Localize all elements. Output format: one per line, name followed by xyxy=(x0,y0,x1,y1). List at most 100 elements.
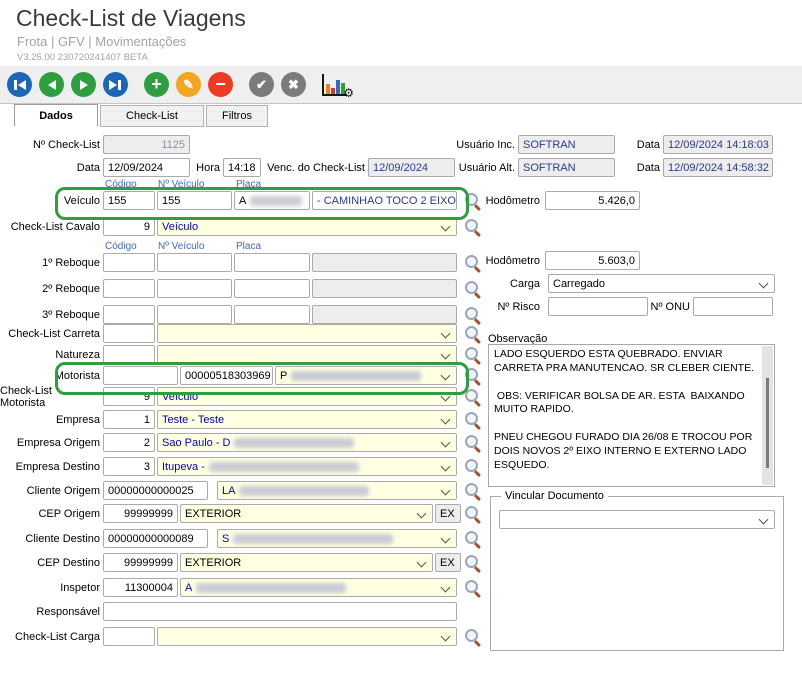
tab-checklist[interactable]: Check-List xyxy=(100,105,204,127)
motorista-search-icon[interactable] xyxy=(464,367,482,385)
label-motorista: Motorista xyxy=(0,366,100,385)
checklist-carreta-select[interactable] xyxy=(157,324,457,343)
veiculo-num-input[interactable]: 155 xyxy=(157,191,232,210)
redacted-empresa-origem xyxy=(234,438,354,448)
cep-destino-select[interactable]: EXTERIOR xyxy=(180,553,433,572)
checklist-cavalo-code-input[interactable]: 9 xyxy=(103,217,155,236)
empresa-origem-select[interactable]: Sao Paulo - D xyxy=(157,433,457,452)
first-bar-icon xyxy=(14,80,17,90)
label-n-risco: Nº Risco xyxy=(440,297,540,316)
cliente-destino-code-input[interactable]: 00000000000089 xyxy=(103,529,208,548)
empresa-search-icon[interactable] xyxy=(464,411,482,429)
motorista-select[interactable]: P xyxy=(275,366,457,385)
n-onu-input[interactable] xyxy=(693,297,773,316)
cliente-destino-select[interactable]: S xyxy=(217,529,457,548)
inspetor-select[interactable]: A xyxy=(180,578,457,597)
empresa-destino-search-icon[interactable] xyxy=(464,458,482,476)
next-record-button[interactable] xyxy=(71,72,96,97)
empresa-code-input[interactable]: 1 xyxy=(103,410,155,429)
veiculo-codigo-input[interactable]: 155 xyxy=(103,191,155,210)
reboque-2-num-input[interactable] xyxy=(157,279,232,298)
reboque-3-codigo-input[interactable] xyxy=(103,305,155,324)
hodometro-2-input[interactable]: 5.603,0 xyxy=(545,251,640,270)
checklist-cavalo-search-icon[interactable] xyxy=(464,218,482,236)
reboque-1-codigo-input[interactable] xyxy=(103,253,155,272)
reboque-3-desc-field xyxy=(312,305,457,324)
inspetor-search-icon[interactable] xyxy=(464,579,482,597)
veiculo-desc-field: - CAMINHAO TOCO 2 EIXOS xyxy=(312,191,457,210)
checklist-carreta-code-input[interactable] xyxy=(103,324,155,343)
veiculo-placa-input[interactable]: A xyxy=(234,191,310,210)
empresa-origem-code-input[interactable]: 2 xyxy=(103,433,155,452)
reboque-2-codigo-input[interactable] xyxy=(103,279,155,298)
natureza-code-input[interactable] xyxy=(103,345,155,364)
label-data: Data xyxy=(0,158,100,177)
observacao-scrollbar-thumb[interactable] xyxy=(766,378,769,468)
label-empresa: Empresa xyxy=(0,410,100,429)
checklist-motorista-code-input[interactable]: 9 xyxy=(103,387,155,406)
cliente-destino-value: S xyxy=(222,533,229,545)
previous-record-button[interactable] xyxy=(39,72,64,97)
last-record-button[interactable] xyxy=(103,72,128,97)
checklist-carga-search-icon[interactable] xyxy=(464,628,482,646)
label-num-checklist: Nº Check-List xyxy=(0,135,100,154)
checklist-motorista-search-icon[interactable] xyxy=(464,388,482,406)
report-chart-button[interactable]: ⚙ xyxy=(322,74,347,96)
tab-filtros[interactable]: Filtros xyxy=(206,105,268,127)
vincular-documento-select[interactable] xyxy=(499,510,775,529)
checklist-cavalo-select[interactable]: Veículo xyxy=(157,217,457,236)
cliente-destino-search-icon[interactable] xyxy=(464,530,482,548)
usuario-alt-field: SOFTRAN xyxy=(518,158,615,177)
empresa-select[interactable]: Teste - Teste xyxy=(157,410,457,429)
label-empresa-origem: Empresa Origem xyxy=(0,433,100,452)
motorista-cpf-input[interactable]: 00000518303969 xyxy=(180,366,273,385)
checklist-carga-select[interactable] xyxy=(157,627,457,646)
edit-button[interactable]: ✎ xyxy=(176,72,201,97)
data-alt-field: 12/09/2024 14:58:32 xyxy=(663,158,773,177)
reboque-3-num-input[interactable] xyxy=(157,305,232,324)
cliente-origem-select[interactable]: LA xyxy=(217,481,457,500)
cep-origem-select[interactable]: EXTERIOR xyxy=(180,504,433,523)
label-reboque-2: 2º Reboque xyxy=(0,279,100,298)
motorista-code1-input[interactable] xyxy=(103,366,178,385)
label-usuario-alt: Usuário Alt. xyxy=(415,158,515,177)
cep-destino-code-input[interactable]: 99999999 xyxy=(103,553,178,572)
add-button[interactable]: + xyxy=(144,72,169,97)
observacao-textarea[interactable]: LADO ESQUERDO ESTA QUEBRADO. ENVIAR CARR… xyxy=(488,344,775,487)
cliente-origem-code-input[interactable]: 00000000000025 xyxy=(103,481,208,500)
first-record-button[interactable] xyxy=(7,72,32,97)
column-header-num-veiculo: Nº Veículo xyxy=(158,179,204,190)
cep-origem-search-icon[interactable] xyxy=(464,505,482,523)
inspetor-code-input[interactable]: 11300004 xyxy=(103,578,178,597)
cancel-button[interactable]: ✖ xyxy=(281,72,306,97)
natureza-select[interactable] xyxy=(157,345,457,364)
checklist-carreta-search-icon[interactable] xyxy=(464,325,482,343)
reboque-2-placa-input[interactable] xyxy=(234,279,310,298)
checklist-carga-code-input[interactable] xyxy=(103,627,155,646)
hora-input[interactable]: 14:18 xyxy=(223,158,261,177)
checklist-motorista-select[interactable]: Veículo xyxy=(157,387,457,406)
cliente-origem-search-icon[interactable] xyxy=(464,482,482,500)
redacted-inspetor xyxy=(196,583,346,593)
empresa-origem-search-icon[interactable] xyxy=(464,434,482,452)
empresa-destino-select[interactable]: Itupeva - xyxy=(157,457,457,476)
reboque-3-placa-input[interactable] xyxy=(234,305,310,324)
data-input[interactable]: 12/09/2024 xyxy=(103,158,190,177)
carga-select[interactable]: Carregado xyxy=(548,274,775,293)
tab-dados[interactable]: Dados xyxy=(14,104,98,126)
label-hodometro-2: Hodômetro xyxy=(440,251,540,270)
cep-origem-code-input[interactable]: 99999999 xyxy=(103,504,178,523)
vincular-documento-legend: Vincular Documento xyxy=(501,490,608,502)
num-checklist-field: 1125 xyxy=(103,135,190,154)
reboque-1-placa-input[interactable] xyxy=(234,253,310,272)
confirm-button[interactable]: ✔ xyxy=(249,72,274,97)
cep-destino-search-icon[interactable] xyxy=(464,554,482,572)
reboque-1-num-input[interactable] xyxy=(157,253,232,272)
empresa-destino-code-input[interactable]: 3 xyxy=(103,457,155,476)
label-cep-origem: CEP Origem xyxy=(0,504,100,523)
data-inc-field: 12/09/2024 14:18:03 xyxy=(663,135,773,154)
delete-button[interactable]: − xyxy=(208,72,233,97)
hodometro-1-input[interactable]: 5.426,0 xyxy=(545,191,640,210)
responsavel-input[interactable] xyxy=(103,602,457,621)
natureza-search-icon[interactable] xyxy=(464,346,482,364)
